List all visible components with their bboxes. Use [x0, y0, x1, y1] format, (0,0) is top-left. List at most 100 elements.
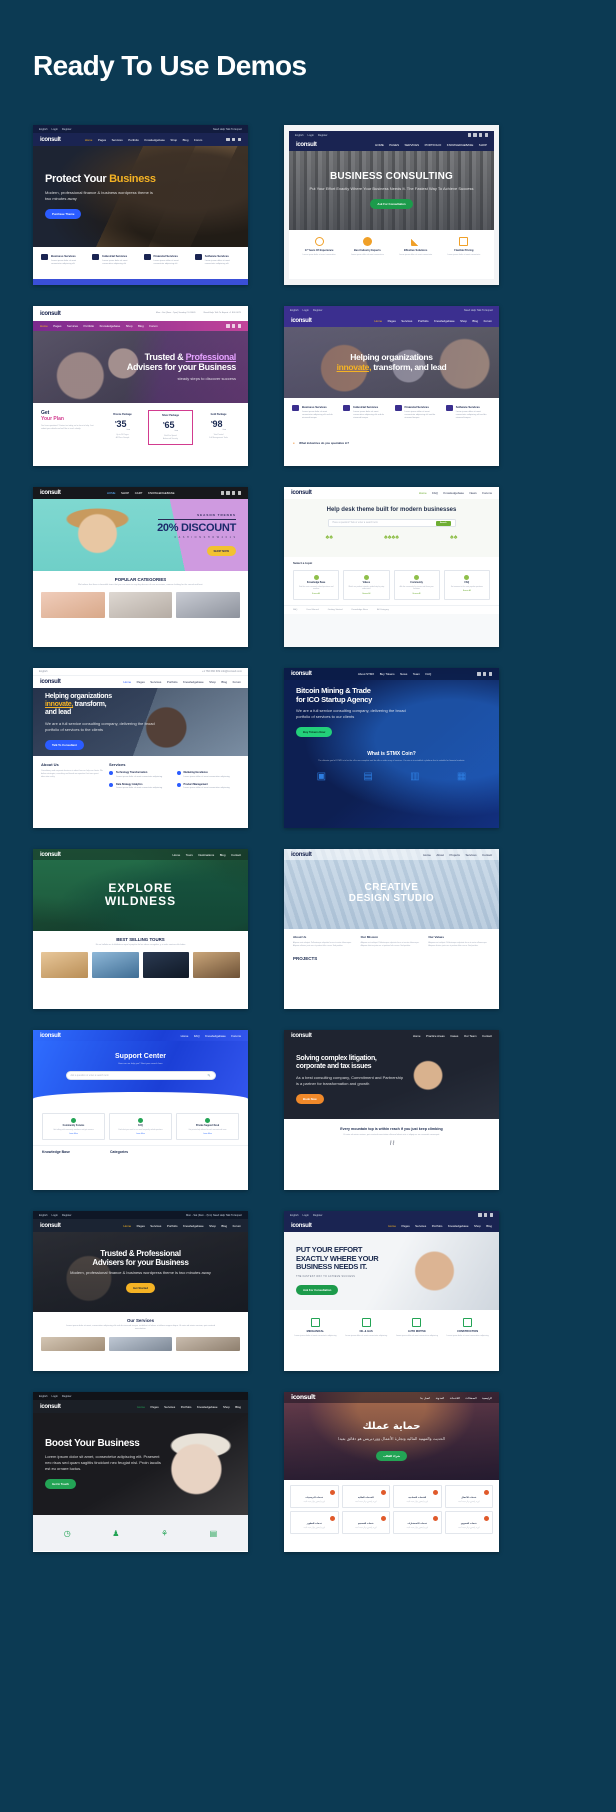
- topbar-language[interactable]: English: [39, 1214, 48, 1217]
- nav-item-forums[interactable]: Forums: [231, 1034, 241, 1038]
- demo-card-support-center[interactable]: iconsult Home FAQ Knowledgebase Forums S…: [33, 1030, 248, 1190]
- demo-card-trusted-professional-advisers[interactable]: iconsult Mon - Sat (9am - 7pm) Sunday CL…: [33, 306, 248, 466]
- nav-item-home[interactable]: HOME: [375, 143, 384, 147]
- social-icons[interactable]: [226, 324, 241, 328]
- nav-item-home[interactable]: Home: [388, 1224, 396, 1228]
- service-card[interactable]: خدمات التسويق لوريم إيبسوم دولار سيت أميت: [444, 1511, 493, 1535]
- nav-item-blog[interactable]: Blog: [220, 853, 226, 857]
- nav-item-knowledgebase[interactable]: KNOWLEDGEBASE: [447, 143, 474, 147]
- topbar-register[interactable]: Register: [313, 309, 323, 312]
- buy-tokens-button[interactable]: Buy Tokens Now: [296, 726, 333, 737]
- topic-link[interactable]: Browse All: [347, 593, 385, 595]
- buy-theme-button[interactable]: شراء القالب: [376, 1450, 407, 1461]
- nav-item-knowledgebase[interactable]: Knowledgebase: [443, 491, 464, 495]
- nav-item-forum[interactable]: Forum: [233, 680, 241, 684]
- logo[interactable]: iconsult: [296, 142, 317, 148]
- logo[interactable]: iconsult: [40, 311, 61, 317]
- nav-item-home[interactable]: Home: [85, 138, 93, 142]
- logo[interactable]: iconsult: [40, 852, 61, 858]
- nav-item-knowledgebase[interactable]: Knowledgebase: [197, 1405, 218, 1409]
- demo-card-trusted-advisers-dark[interactable]: English Login Register Mon - Sat (9am - 7p…: [33, 1211, 248, 1371]
- topbar-login[interactable]: Login: [52, 1395, 58, 1398]
- nav-item-destinations[interactable]: Destinations: [198, 853, 214, 857]
- social-icons[interactable]: [467, 133, 488, 137]
- nav-item-pages[interactable]: Pages: [150, 1405, 158, 1409]
- nav-item-pages[interactable]: Pages: [401, 1224, 409, 1228]
- nav-item-shop[interactable]: Shop: [223, 1405, 230, 1409]
- card-link[interactable]: Learn More: [46, 1133, 101, 1135]
- service-item[interactable]: MECHANICAL Lorem ipsum dolor sit amet con…: [290, 1318, 341, 1337]
- nav-item-portfolio[interactable]: Portfolio: [167, 1224, 178, 1228]
- feature-item[interactable]: Business Services Lorem ipsum dolor sit a…: [41, 254, 86, 266]
- support-card[interactable]: Private Support Desk Get private help tai…: [176, 1113, 239, 1141]
- social-icons[interactable]: [478, 1213, 493, 1217]
- logo[interactable]: iconsult: [40, 1404, 61, 1410]
- get-started-button[interactable]: Get Started: [125, 1283, 156, 1294]
- youtube-icon[interactable]: [473, 133, 477, 137]
- service-item[interactable]: CONSTRUCTION Lorem ipsum dolor sit amet c…: [442, 1318, 493, 1337]
- nav-item-home[interactable]: Home: [419, 491, 427, 495]
- nav-item-home[interactable]: Home: [40, 324, 48, 328]
- twitter-icon[interactable]: [232, 137, 236, 142]
- nav-item-services[interactable]: Services: [67, 324, 78, 328]
- pricing-card-gold[interactable]: Gold Package $98/mo Total Control Full M…: [197, 410, 240, 445]
- service-thumb[interactable]: [108, 1336, 173, 1351]
- nav-item-about-stmx[interactable]: About STMX: [358, 672, 374, 676]
- footer-link-user-manual[interactable]: User Manual: [306, 609, 318, 611]
- feature-item[interactable]: Business Services Lorem ipsum dolor sit a…: [292, 405, 337, 420]
- service-thumb[interactable]: [176, 1336, 241, 1351]
- search-bar[interactable]: Have a question? Ask or enter a search t…: [327, 519, 456, 527]
- stat-item[interactable]: Best Industry Experts Lorem ipsum dolor s…: [343, 237, 391, 256]
- service-item[interactable]: Marketing Excellence Lorem ipsum dolor si…: [176, 771, 241, 779]
- nav-item-knowledgebase[interactable]: Knowledgebase: [448, 1224, 469, 1228]
- topic-card[interactable]: Videos Watch our product tutorials, guide…: [343, 570, 390, 600]
- nav-item-blog[interactable]: Blog: [183, 138, 189, 142]
- demo-card-protect-your-business[interactable]: English Login Register Need Help Talk To…: [33, 125, 248, 285]
- nav-item-home[interactable]: Home: [413, 1034, 421, 1038]
- nav-item-forum[interactable]: Forum: [484, 319, 492, 323]
- support-card[interactable]: FAQ Find what you need in our most freque…: [109, 1113, 172, 1141]
- nav-item-shop[interactable]: Shop: [474, 1224, 481, 1228]
- service-card[interactable]: خدمات الأعمال لوريم إيبسوم دولار سيت أميت: [444, 1485, 493, 1509]
- nav-item-contact[interactable]: Contact: [231, 853, 241, 857]
- feature-item[interactable]: Software Services Lorem ipsum dolor sit a…: [194, 254, 240, 266]
- nav-item-home[interactable]: Home: [423, 853, 431, 857]
- topbar-language[interactable]: English: [290, 309, 299, 312]
- twitter-icon[interactable]: [232, 324, 236, 328]
- nav-item-knowledgebase[interactable]: Knowledgebase: [100, 324, 121, 328]
- get-in-touch-button[interactable]: Get In Touch: [45, 1478, 76, 1489]
- nav-item-shop[interactable]: Shop: [126, 324, 133, 328]
- service-item[interactable]: OIL & GAS Lorem ipsum dolor sit amet cons…: [341, 1318, 392, 1337]
- pricing-card-silver[interactable]: Silver Package $65/mo Built For Speed Ad…: [148, 410, 193, 445]
- service-item[interactable]: Data Strategy Analytics Lorem ipsum dolor…: [109, 782, 173, 791]
- tour-thumb[interactable]: [41, 952, 88, 979]
- twitter-icon[interactable]: [232, 491, 236, 495]
- topic-link[interactable]: Browse All: [448, 590, 486, 592]
- support-card[interactable]: Community Forums Get talking with communi…: [42, 1113, 105, 1141]
- nav-item-knowledgebase[interactable]: Knowledgebase: [183, 1224, 204, 1228]
- stat-item[interactable]: Effective Solutions Lorem ipsum dolor sit…: [392, 237, 440, 256]
- service-item[interactable]: AUTO MOTIVE Lorem ipsum dolor sit amet co…: [392, 1318, 443, 1337]
- topic-card[interactable]: FAQ Get answers to the most popular quest…: [443, 570, 490, 600]
- service-card[interactable]: الخدمات الصناعية لوريم إيبسوم دولار سيت أ…: [393, 1485, 442, 1509]
- search-button[interactable]: Search: [435, 520, 451, 526]
- topbar-login[interactable]: Login: [52, 128, 58, 131]
- topbar-register[interactable]: Register: [62, 1214, 72, 1217]
- nav-item-pages[interactable]: Pages: [388, 319, 396, 323]
- topbar-login[interactable]: Login: [52, 1214, 58, 1217]
- nav-item-cart[interactable]: CART: [135, 491, 143, 495]
- topbar-language[interactable]: English: [39, 1395, 48, 1398]
- nav-item-home[interactable]: Home: [181, 1034, 189, 1038]
- nav-item-pages[interactable]: Pages: [53, 324, 61, 328]
- footer-link-faq[interactable]: FAQ: [293, 609, 297, 611]
- nav-item-news[interactable]: News: [469, 491, 476, 495]
- feature-item[interactable]: Software Services Lorem ipsum dolor sit a…: [445, 405, 491, 420]
- twitter-icon[interactable]: [483, 672, 487, 676]
- nav-item-faq[interactable]: FAQ: [432, 491, 438, 495]
- demo-card-helping-organizations-light[interactable]: English +1 782 682 609 info@iconsult.com…: [33, 668, 248, 828]
- nav-item-pages[interactable]: PAGES: [389, 143, 399, 147]
- nav-item-portfolio[interactable]: Portfolio: [432, 1224, 443, 1228]
- book-now-button[interactable]: Book Now: [296, 1093, 324, 1104]
- nav-item-services[interactable]: Services: [150, 1224, 161, 1228]
- logo[interactable]: iconsult: [291, 852, 312, 858]
